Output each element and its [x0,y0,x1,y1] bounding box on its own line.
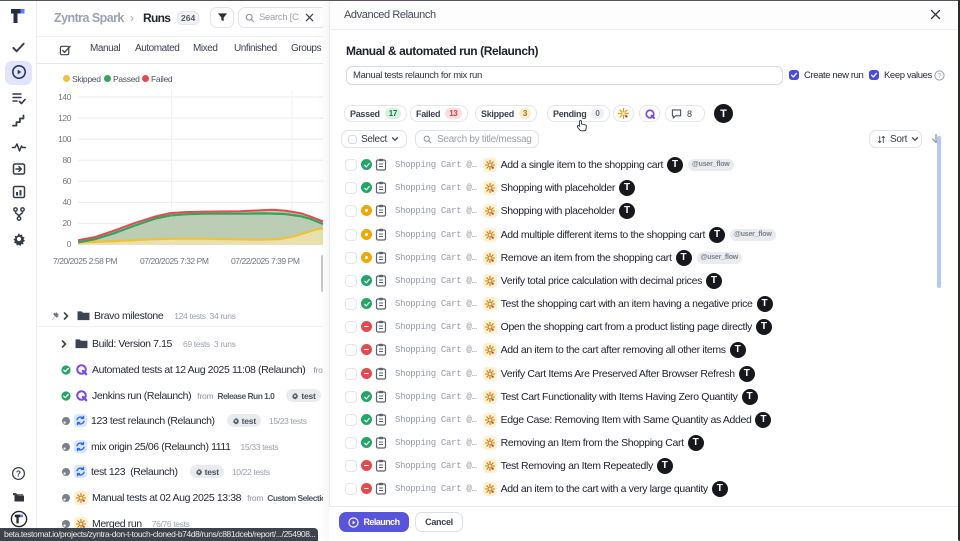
svg-text:?: ? [16,468,21,478]
svg-text:?: ? [938,73,942,80]
